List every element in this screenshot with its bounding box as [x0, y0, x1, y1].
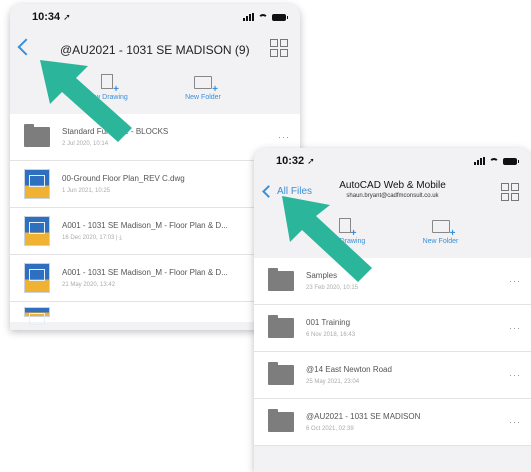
more-options-icon[interactable]: ··· [509, 323, 521, 333]
new-folder-label: New Folder [185, 94, 221, 101]
status-bar: 10:34 ➚ [10, 4, 300, 30]
new-folder-label: New Folder [422, 238, 459, 245]
battery-icon [272, 13, 288, 21]
signal-icon [474, 157, 485, 165]
new-drawing-button[interactable]: New Drawing [310, 218, 380, 258]
app-title: AutoCAD Web & Mobile [339, 180, 446, 191]
folder-icon [24, 124, 50, 147]
action-toolbar: New Drawing New Folder [10, 70, 300, 114]
new-folder-button[interactable]: New Folder [406, 218, 476, 258]
more-options-icon[interactable]: ··· [509, 417, 521, 427]
drawing-thumbnail-icon [24, 263, 50, 293]
new-drawing-icon [101, 74, 119, 95]
item-name: 001 Training [306, 318, 351, 327]
action-toolbar: New Drawing New Folder [254, 214, 531, 258]
item-date: 23 Feb 2020, 10:15 [306, 285, 359, 291]
item-date: 25 May 2021, 23:04 [306, 379, 360, 385]
item-name: A001 - 1031 SE Madison_M - Floor Plan & … [62, 220, 228, 230]
item-name: Samples [306, 271, 338, 280]
list-item[interactable]: @14 East Newton Road 25 May 2021, 23:04 … [254, 352, 531, 399]
wifi-icon [489, 157, 499, 165]
phone-screen-all-files: 10:32 ➚ All Files AutoCAD Web & Mobile sh… [254, 148, 531, 472]
grid-view-icon[interactable] [501, 183, 519, 201]
wifi-icon [258, 13, 268, 21]
item-name: A001 - 1031 SE Madison_M - Floor Plan & … [62, 268, 228, 277]
new-drawing-icon [338, 218, 356, 239]
item-date: 6 Oct 2021, 02:39 [306, 426, 354, 432]
grid-view-icon[interactable] [270, 39, 288, 57]
signal-icon [243, 13, 254, 21]
status-icons [243, 13, 288, 21]
more-options-icon[interactable]: ··· [509, 276, 521, 286]
more-options-icon[interactable]: ··· [278, 132, 290, 142]
status-time: 10:32 ➚ [276, 155, 315, 167]
item-date: 1 Jun 2021, 10:25 [62, 188, 111, 194]
item-name: @14 East Newton Road [306, 365, 392, 374]
new-drawing-button[interactable]: New Drawing [72, 74, 142, 114]
item-date: 2 Jul 2020, 10:14 [62, 141, 109, 147]
drawing-thumbnail-icon [24, 169, 50, 199]
more-options-icon[interactable]: ··· [509, 370, 521, 380]
item-name: Standard Furniture - BLOCKS [62, 127, 169, 136]
item-name: @AU2021 - 1031 SE MADISON [306, 412, 421, 421]
file-list: Samples 23 Feb 2020, 10:15 ··· 001 Train… [254, 258, 531, 446]
nav-bar: All Files AutoCAD Web & Mobile shaun.bry… [254, 174, 531, 214]
account-email: shaun.bryant@cadfmconsult.co.uk [346, 193, 439, 199]
drawing-thumbnail-icon [24, 216, 50, 246]
new-drawing-label: New Drawing [323, 238, 366, 245]
location-icon: ➚ [63, 12, 71, 22]
folder-icon [268, 362, 294, 385]
location-icon: ➚ [307, 156, 315, 166]
status-icons [474, 157, 519, 165]
item-date: 6 Nov 2018, 16:43 [306, 332, 356, 338]
folder-icon [268, 315, 294, 338]
drawing-thumbnail-icon [24, 307, 50, 325]
item-date: 21 May 2020, 13:42 [62, 282, 116, 288]
item-name: 00-Ground Floor Plan_REV C.dwg [62, 174, 185, 183]
item-date: 16 Dec 2020, 17:03 | ⤓ [62, 234, 122, 241]
back-chevron-icon[interactable] [17, 38, 35, 56]
nav-bar: @AU2021 - 1031 SE MADISON (9) [10, 30, 300, 70]
new-folder-button[interactable]: New Folder [168, 74, 238, 114]
new-folder-icon [431, 220, 455, 239]
status-bar: 10:32 ➚ [254, 148, 531, 174]
new-folder-icon [194, 76, 218, 95]
list-item[interactable]: 001 Training 6 Nov 2018, 16:43 ··· [254, 305, 531, 352]
list-item[interactable]: Samples 23 Feb 2020, 10:15 ··· [254, 258, 531, 305]
folder-icon [268, 268, 294, 291]
status-time: 10:34 ➚ [32, 11, 71, 23]
page-title: @AU2021 - 1031 SE MADISON (9) [60, 43, 250, 57]
folder-icon [268, 409, 294, 432]
battery-icon [503, 157, 519, 165]
list-item[interactable]: @AU2021 - 1031 SE MADISON 6 Oct 2021, 02… [254, 399, 531, 446]
new-drawing-label: New Drawing [86, 94, 128, 101]
page-title: AutoCAD Web & Mobile shaun.bryant@cadfmc… [254, 180, 531, 199]
